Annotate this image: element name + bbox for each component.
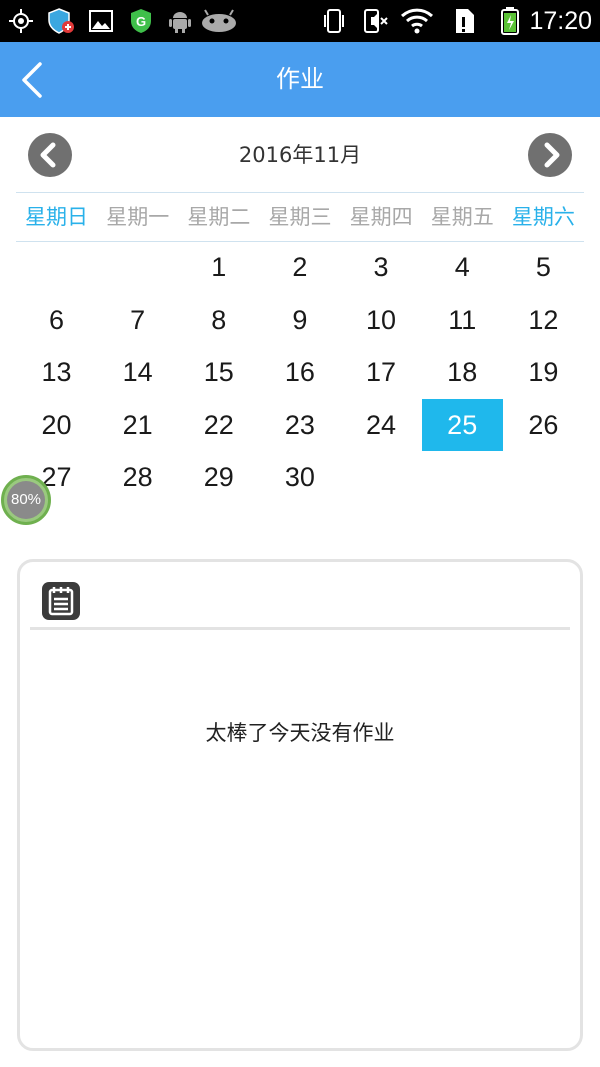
android-icon [168,8,192,34]
calendar-day[interactable]: 8 [178,294,259,346]
calendar-day[interactable]: 12 [503,294,584,346]
calendar-day[interactable]: 5 [503,241,584,293]
floating-badge-label: 80% [7,481,45,519]
calendar-day[interactable]: 21 [97,399,178,451]
homework-card: 太棒了今天没有作业 [17,559,583,1051]
status-time: 17:20 [529,7,592,35]
calendar-day[interactable]: 1 [178,241,259,293]
next-month-button[interactable] [528,133,572,177]
gps-icon [8,8,34,34]
sim-icon [450,8,476,34]
month-label: 2016年11月 [238,143,362,167]
calendar-day[interactable]: 7 [97,294,178,346]
svg-text:G: G [136,14,146,29]
homework-divider [30,627,570,630]
calendar-day[interactable]: 11 [422,294,503,346]
calendar-day[interactable]: 16 [259,346,340,398]
calendar-day[interactable]: 24 [341,399,422,451]
calendar-day[interactable]: 23 [259,399,340,451]
calendar-day[interactable]: 29 [178,451,259,503]
screen: G 17:20 作业 2016年11月 星期日 星期一 星期二 星期三 星期四 … [0,0,600,1067]
image-icon [88,8,114,34]
calendar-day[interactable]: 17 [341,346,422,398]
empty-homework-message: 太棒了今天没有作业 [205,721,395,745]
weekday-label: 星期三 [268,205,332,229]
weekday-label: 星期日 [25,205,89,229]
chevron-left-icon [22,62,42,98]
mute-icon [362,8,388,34]
calendar-day[interactable]: 2 [259,241,340,293]
weekday-label: 星期六 [511,205,575,229]
calendar-day[interactable]: 30 [259,451,340,503]
weekday-label: 星期一 [106,205,170,229]
floating-progress-badge[interactable]: 80% [1,475,51,525]
chevron-right-circle-icon [544,142,560,168]
calendar-day[interactable]: 4 [422,241,503,293]
app-icon: G [128,8,154,34]
calendar-day[interactable]: 22 [178,399,259,451]
weekday-label: 星期二 [187,205,251,229]
weekday-label: 星期五 [430,205,494,229]
app-bar: 作业 [0,42,600,117]
calendar-day[interactable]: 6 [16,294,97,346]
notepad-icon [42,582,80,620]
calendar-day[interactable]: 19 [503,346,584,398]
calendar-day[interactable]: 10 [341,294,422,346]
shield-icon [46,8,76,34]
calendar-day[interactable]: 3 [341,241,422,293]
vibrate-icon [322,8,346,34]
page-title: 作业 [276,65,324,93]
back-button[interactable] [14,58,54,102]
android-game-icon [200,8,238,34]
calendar-day[interactable]: 20 [16,399,97,451]
status-bar: G 17:20 [0,0,600,42]
calendar-day-selected[interactable]: 25 [421,398,503,451]
wifi-icon [400,8,434,34]
chevron-left-circle-icon [40,142,56,168]
calendar-day[interactable]: 15 [178,346,259,398]
calendar-day[interactable]: 26 [503,399,584,451]
calendar-day[interactable]: 18 [422,346,503,398]
weekday-header: 星期日 星期一 星期二 星期三 星期四 星期五 星期六 [16,192,584,242]
battery-icon [498,7,522,35]
calendar-day[interactable]: 13 [16,346,97,398]
calendar-day[interactable]: 14 [97,346,178,398]
weekday-label: 星期四 [349,205,413,229]
prev-month-button[interactable] [28,133,72,177]
calendar-day[interactable]: 9 [259,294,340,346]
calendar-day[interactable]: 28 [97,451,178,503]
